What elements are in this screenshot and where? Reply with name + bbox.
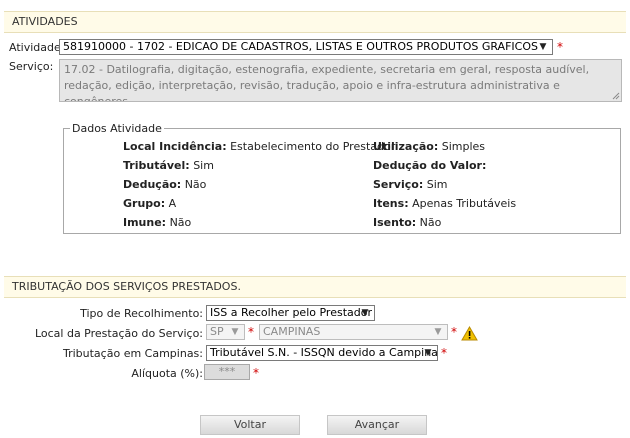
field-key: Isento: xyxy=(373,216,417,229)
imune-field: Imune: Não xyxy=(123,216,191,229)
tributavel-field: Tributável: Sim xyxy=(123,159,214,172)
field-key: Grupo: xyxy=(123,197,166,210)
field-value: Não xyxy=(169,216,192,229)
atividade-label: Atividade: xyxy=(9,41,65,54)
chevron-down-icon: ▼ xyxy=(434,327,442,337)
tributacao-required-marker: * xyxy=(441,346,447,360)
tipo-recolhimento-value: ISS a Recolher pelo Prestador xyxy=(210,306,372,319)
field-value: Sim xyxy=(426,178,448,191)
cidade-select[interactable]: CAMPINAS ▼ xyxy=(259,324,448,340)
local-prestacao-label: Local da Prestação do Serviço: xyxy=(34,327,203,340)
voltar-button[interactable]: Voltar xyxy=(200,415,300,435)
chevron-down-icon: ▼ xyxy=(424,348,432,358)
uf-required-marker: * xyxy=(248,325,254,339)
field-key: Dedução: xyxy=(123,178,182,191)
chevron-down-icon: ▼ xyxy=(231,327,239,337)
field-key: Dedução do Valor: xyxy=(373,159,487,172)
aliquota-required-marker: * xyxy=(253,366,259,380)
uf-select[interactable]: SP ▼ xyxy=(206,324,245,340)
field-value: Sim xyxy=(193,159,214,172)
field-value: A xyxy=(168,197,177,210)
field-key: Tributável: xyxy=(123,159,190,172)
field-value: Apenas Tributáveis xyxy=(412,197,517,210)
cidade-value: CAMPINAS xyxy=(263,325,321,338)
field-key: Itens: xyxy=(373,197,409,210)
atividade-required-marker: * xyxy=(557,40,563,54)
servico-textarea[interactable]: 17.02 - Datilografia, digitação, estenog… xyxy=(59,59,622,102)
chevron-down-icon: ▼ xyxy=(539,42,547,52)
tributacao-section-header: TRIBUTAÇÃO DOS SERVIÇOS PRESTADOS. xyxy=(4,276,626,298)
atividades-section-title: ATIVIDADES xyxy=(12,15,78,28)
atividade-select-value: 581910000 - 1702 - EDICAO DE CADASTROS, … xyxy=(63,40,538,53)
field-key: Imune: xyxy=(123,216,167,229)
aliquota-value: *** xyxy=(218,365,236,378)
field-key: Local Incidência: xyxy=(123,140,227,153)
grupo-field: Grupo: A xyxy=(123,197,176,210)
servico-field: Serviço: Sim xyxy=(373,178,448,191)
servico-text: 17.02 - Datilografia, digitação, estenog… xyxy=(64,63,590,102)
uf-value: SP xyxy=(210,325,224,338)
aliquota-input[interactable]: *** xyxy=(204,364,250,380)
dados-atividade-legend: Dados Atividade xyxy=(72,122,162,135)
atividade-select[interactable]: 581910000 - 1702 - EDICAO DE CADASTROS, … xyxy=(59,39,553,55)
tributacao-campinas-label: Tributação em Campinas: xyxy=(62,347,203,360)
field-value: Não xyxy=(419,216,442,229)
cidade-required-marker: * xyxy=(451,325,457,339)
field-value: Estabelecimento do Prestador xyxy=(230,140,396,153)
field-key: Serviço: xyxy=(373,178,424,191)
field-key: Utilização: xyxy=(373,140,439,153)
deducao-valor-field: Dedução do Valor: xyxy=(373,159,486,172)
tipo-recolhimento-select[interactable]: ISS a Recolher pelo Prestador ▼ xyxy=(206,305,375,321)
local-incidencia-field: Local Incidência: Estabelecimento do Pre… xyxy=(123,140,395,153)
deducao-field: Dedução: Não xyxy=(123,178,206,191)
warning-triangle-icon[interactable] xyxy=(461,326,478,341)
tipo-recolhimento-label: Tipo de Recolhimento: xyxy=(80,307,203,320)
itens-field: Itens: Apenas Tributáveis xyxy=(373,197,516,210)
field-value: Não xyxy=(184,178,207,191)
isento-field: Isento: Não xyxy=(373,216,441,229)
aliquota-label: Alíquota (%): xyxy=(131,367,203,380)
resize-grip-icon[interactable] xyxy=(612,92,620,100)
atividades-section-header: ATIVIDADES xyxy=(4,11,626,33)
chevron-down-icon: ▼ xyxy=(361,308,369,318)
avancar-button[interactable]: Avançar xyxy=(327,415,427,435)
utilizacao-field: Utilização: Simples xyxy=(373,140,485,153)
servico-label: Serviço: xyxy=(9,60,54,73)
tributacao-campinas-select[interactable]: Tributável S.N. - ISSQN devido a Campina… xyxy=(206,345,438,361)
tributacao-campinas-value: Tributável S.N. - ISSQN devido a Campina… xyxy=(210,346,438,359)
tributacao-section-title: TRIBUTAÇÃO DOS SERVIÇOS PRESTADOS. xyxy=(12,280,241,293)
field-value: Simples xyxy=(441,140,486,153)
